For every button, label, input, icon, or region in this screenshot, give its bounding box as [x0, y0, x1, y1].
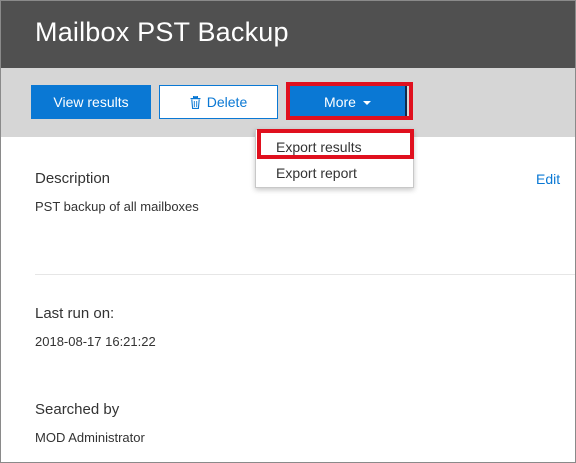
description-label: Description — [35, 170, 111, 187]
description-value: PST backup of all mailboxes — [35, 199, 199, 214]
searched-by-value: MOD Administrator — [35, 430, 145, 445]
more-dropdown-menu: Export results Export report — [255, 129, 414, 188]
view-results-label: View results — [53, 94, 129, 110]
caret-down-icon — [362, 100, 371, 105]
toolbar: View results Delete More — [1, 68, 575, 137]
menu-item-export-report[interactable]: Export report — [276, 165, 357, 181]
view-results-button[interactable]: View results — [31, 85, 151, 119]
panel-frame: Mailbox PST Backup View results Delete M… — [0, 0, 576, 463]
delete-label: Delete — [206, 94, 248, 110]
title-bar: Mailbox PST Backup — [1, 1, 575, 68]
menu-item-export-results[interactable]: Export results — [276, 139, 362, 155]
edit-link[interactable]: Edit — [536, 171, 560, 187]
searched-by-label: Searched by — [35, 401, 120, 418]
last-run-label: Last run on: — [35, 305, 115, 322]
delete-button[interactable]: Delete — [159, 85, 278, 119]
section-divider — [35, 274, 575, 275]
trash-icon — [190, 95, 201, 109]
last-run-value: 2018-08-17 16:21:22 — [35, 334, 156, 349]
more-label: More — [324, 93, 356, 110]
more-button[interactable]: More — [290, 86, 407, 117]
page-title: Mailbox PST Backup — [35, 17, 289, 47]
